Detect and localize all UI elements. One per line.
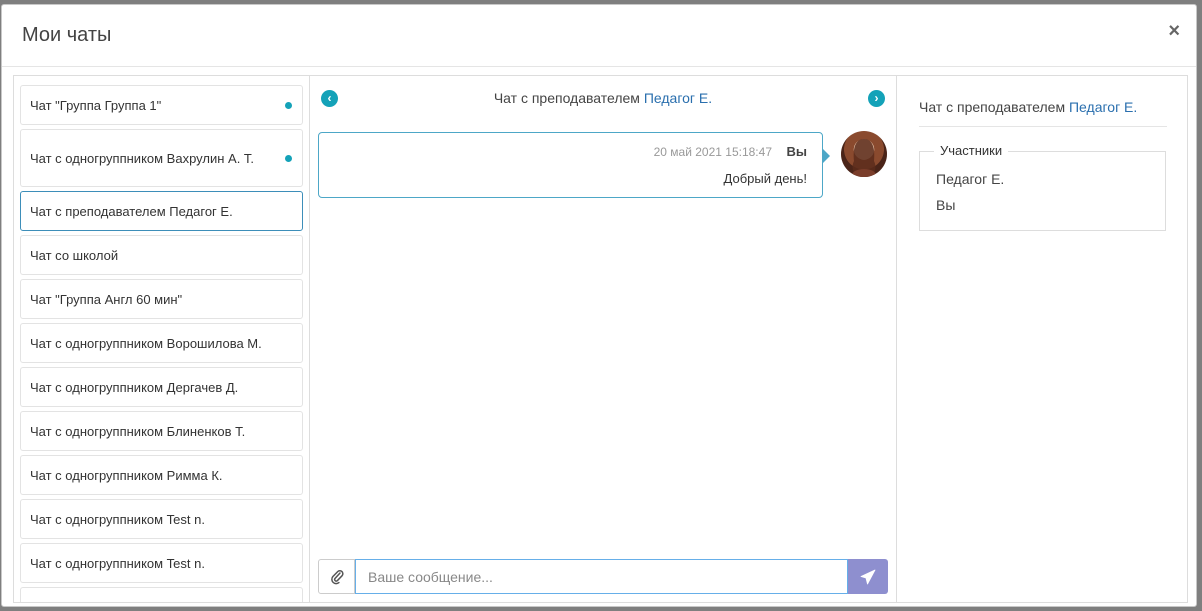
- send-icon: [860, 569, 876, 584]
- chat-list-item[interactable]: Чат с одногруппником Дергачев Д.: [20, 367, 303, 407]
- message-text: Добрый день!: [723, 171, 807, 186]
- chat-list-item-label: Чат с одногруппником Ворошилова М.: [30, 335, 262, 351]
- close-button[interactable]: ×: [1168, 21, 1180, 41]
- chat-list-item-label: Чат с одногруппником Вахрулин А. Т.: [30, 150, 255, 166]
- chat-list-item-label: Чат с одногруппником Test n.: [30, 511, 205, 527]
- avatar: [841, 131, 887, 177]
- send-button[interactable]: [848, 559, 888, 594]
- message-input[interactable]: [355, 559, 848, 594]
- chat-list-item[interactable]: Чат "Группа Группа 1": [20, 85, 303, 125]
- chat-list-item-label: Чат "Группа Англ 60 мин": [30, 291, 183, 307]
- conversation-title: Чат с преподавателем: [493, 90, 640, 106]
- participant-self: Вы: [936, 197, 956, 213]
- chat-list-item-label: Чат с одногруппником Блиненков Т.: [30, 423, 246, 439]
- chat-list-item[interactable]: Чат с одногруппником Test n.: [20, 543, 303, 583]
- message-composer: [318, 559, 888, 594]
- chat-list-item[interactable]: Чат со школой: [20, 235, 303, 275]
- modal-title: Мои чаты: [22, 24, 112, 46]
- chat-list-item[interactable]: Чат с одногруппником Вахрулин А. Т.: [20, 129, 303, 187]
- message-bubble: 20 май 2021 15:18:47 Вы Добрый день!: [318, 132, 830, 198]
- modal-body: Чат "Группа Группа 1" Чат с одногруппнико…: [13, 75, 1188, 603]
- participants-label: Участники: [934, 143, 1009, 158]
- modal-header: Мои чаты ×: [2, 5, 1196, 67]
- unread-dot-icon: [285, 101, 292, 109]
- chat-info-title-link[interactable]: Педагог Е.: [1069, 99, 1137, 115]
- chat-list: Чат "Группа Группа 1" Чат с одногруппнико…: [14, 76, 310, 602]
- chat-list-item[interactable]: Чат с преподавателем Педагог Е.: [20, 191, 303, 231]
- conversation-title-link[interactable]: Педагог Е.: [644, 90, 712, 106]
- chat-list-item[interactable]: Чат с одногруппником Римма К.: [20, 455, 303, 495]
- conversation-panel: Чат с преподавателем Педагог Е. ‹ › 20 м…: [310, 76, 897, 602]
- prev-chat-icon[interactable]: ‹: [321, 90, 338, 107]
- chat-list-item[interactable]: Чат с одногруппником Блиненков Т.: [20, 411, 303, 451]
- attach-button[interactable]: [318, 559, 355, 594]
- unread-dot-icon: [285, 154, 292, 162]
- chat-list-item[interactable]: Чат "Группа Англ 60 мин": [20, 279, 303, 319]
- paperclip-icon: [330, 569, 344, 584]
- next-chat-icon[interactable]: ›: [868, 90, 885, 107]
- chat-list-item-label: Чат с одногруппником Дергачев Д.: [30, 379, 239, 395]
- participant-teacher[interactable]: Педагог Е.: [936, 171, 1004, 187]
- chat-list-item-label: Чат с одногруппником Test n.: [30, 599, 205, 603]
- chat-list-item[interactable]: Чат с одногруппником Test n.: [20, 587, 303, 602]
- chat-info-title-text: Чат с преподавателем: [919, 99, 1066, 115]
- conversation-header: Чат с преподавателем Педагог Е.: [310, 76, 896, 120]
- chat-list-item-label: Чат со школой: [30, 247, 119, 263]
- chat-list-item-label: Чат "Группа Группа 1": [30, 97, 162, 113]
- chat-list-item[interactable]: Чат с одногруппником Ворошилова М.: [20, 323, 303, 363]
- chat-info-title: Чат с преподавателем Педагог Е.: [919, 76, 1167, 127]
- message-author: Вы: [786, 144, 808, 159]
- chats-modal: Мои чаты × Чат "Группа Группа 1" Чат с од…: [1, 4, 1197, 607]
- participants-box: Участники Педагог Е. Вы: [919, 143, 1166, 231]
- message-time: 20 май 2021 15:18:47: [653, 145, 772, 159]
- chat-list-item-label: Чат с одногруппником Test n.: [30, 555, 205, 571]
- chat-list-item-label: Чат с преподавателем Педагог Е.: [30, 203, 233, 219]
- chat-info-panel: Чат с преподавателем Педагог Е. Участник…: [897, 76, 1187, 602]
- chat-list-item-label: Чат с одногруппником Римма К.: [30, 467, 223, 483]
- chat-list-item[interactable]: Чат с одногруппником Test n.: [20, 499, 303, 539]
